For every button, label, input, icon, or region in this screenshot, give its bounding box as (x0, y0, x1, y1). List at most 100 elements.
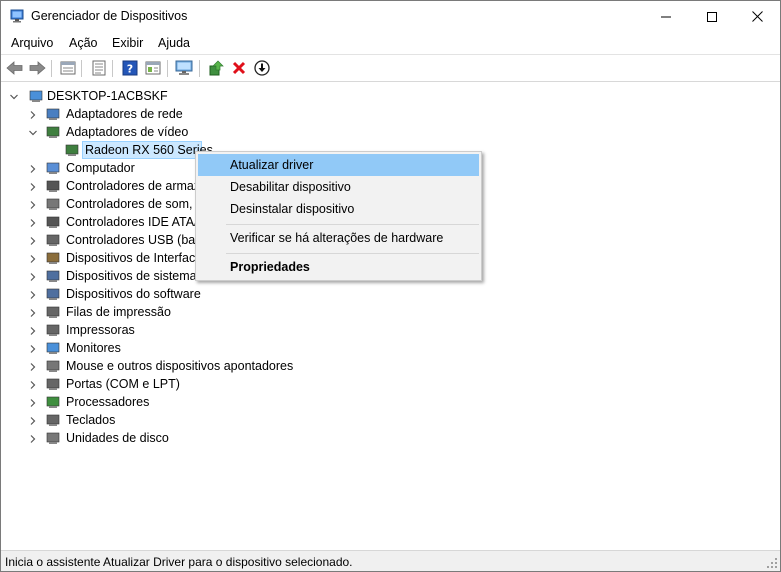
help-button[interactable]: ? (120, 58, 140, 78)
tree-category-label[interactable]: Controladores de armaz (66, 177, 200, 195)
context-menu: Atualizar driver Desabilitar dispositivo… (195, 151, 482, 281)
expand-chevron-icon[interactable] (28, 199, 38, 209)
menu-item-uninstall-device[interactable]: Desinstalar dispositivo (198, 198, 479, 220)
hid-icon (45, 250, 61, 266)
toolbar-separator (167, 60, 168, 77)
update-driver-button[interactable] (206, 58, 226, 78)
collapse-chevron-icon[interactable] (28, 127, 38, 137)
forward-button[interactable] (27, 58, 47, 78)
expand-chevron-icon[interactable] (28, 109, 38, 119)
menu-separator (226, 253, 479, 254)
tree-category-label[interactable]: Controladores de som, v (66, 195, 202, 213)
expand-chevron-icon[interactable] (28, 343, 38, 353)
expand-chevron-icon[interactable] (28, 433, 38, 443)
menu-exibir[interactable]: Exibir (112, 36, 143, 50)
enable-device-button[interactable] (252, 58, 272, 78)
back-arrow-icon (6, 61, 23, 75)
minimize-icon (661, 16, 671, 17)
menu-item-properties[interactable]: Propriedades (198, 256, 479, 278)
monitor-scan-icon (175, 60, 193, 75)
storage-controller-icon (45, 178, 61, 194)
uninstall-icon (232, 61, 246, 75)
tree-category-label[interactable]: Mouse e outros dispositivos apontadores (66, 357, 293, 375)
menu-item-update-driver[interactable]: Atualizar driver (198, 154, 479, 176)
disk-drive-icon (45, 430, 61, 446)
menu-arquivo[interactable]: Arquivo (11, 36, 53, 50)
toolbar-separator (81, 60, 82, 77)
tree-category-label[interactable]: Monitores (66, 339, 121, 357)
minimize-button[interactable] (643, 1, 689, 32)
tree-category-label[interactable]: Adaptadores de vídeo (66, 123, 188, 141)
expand-chevron-icon[interactable] (28, 235, 38, 245)
details-view-icon (145, 61, 161, 75)
menu-acao[interactable]: Ação (69, 36, 98, 50)
keyboard-icon (45, 412, 61, 428)
computer-root-icon (28, 88, 44, 104)
menu-separator (226, 224, 479, 225)
expand-chevron-icon[interactable] (28, 253, 38, 263)
system-device-icon (45, 268, 61, 284)
uninstall-device-button[interactable] (229, 58, 249, 78)
display-adapter-icon (64, 142, 80, 158)
expand-chevron-icon[interactable] (28, 307, 38, 317)
properties-view-icon (60, 61, 76, 75)
tree-category-label[interactable]: Teclados (66, 411, 115, 429)
printer-icon (45, 322, 61, 338)
title-bar[interactable]: Gerenciador de Dispositivos (1, 1, 780, 32)
expand-chevron-icon[interactable] (28, 163, 38, 173)
toolbar-separator (199, 60, 200, 77)
expand-chevron-icon[interactable] (28, 271, 38, 281)
details-view-button[interactable] (143, 58, 163, 78)
tree-category-label[interactable]: Impressoras (66, 321, 135, 339)
expand-chevron-icon[interactable] (28, 415, 38, 425)
maximize-button[interactable] (689, 1, 735, 32)
tree-category-label[interactable]: Filas de impressão (66, 303, 171, 321)
list-view-button[interactable] (89, 58, 109, 78)
tree-root-label[interactable]: DESKTOP-1ACBSKF (47, 87, 168, 105)
expand-chevron-icon[interactable] (28, 361, 38, 371)
toolbar-separator (112, 60, 113, 77)
tree-category-label[interactable]: Computador (66, 159, 135, 177)
sound-icon (45, 196, 61, 212)
tree-category-label[interactable]: Dispositivos de sistema (66, 267, 197, 285)
tree-category-label[interactable]: Processadores (66, 393, 149, 411)
expand-chevron-icon[interactable] (9, 91, 19, 101)
menu-item-scan-hardware[interactable]: Verificar se há alterações de hardware (198, 227, 479, 249)
update-driver-icon (209, 60, 224, 76)
expand-chevron-icon[interactable] (28, 325, 38, 335)
maximize-icon (707, 11, 717, 22)
tree-category-label[interactable]: Controladores USB (barr (66, 231, 204, 249)
scan-hardware-button[interactable] (174, 58, 194, 78)
device-manager-app-icon (10, 9, 24, 23)
forward-arrow-icon (29, 61, 46, 75)
back-button[interactable] (5, 58, 25, 78)
tree-device-label[interactable]: Radeon RX 560 Series (85, 141, 213, 159)
close-icon (751, 11, 763, 22)
close-button[interactable] (734, 1, 780, 32)
expand-chevron-icon[interactable] (28, 397, 38, 407)
tree-category-label[interactable]: Dispositivos de Interface (66, 249, 202, 267)
processor-icon (45, 394, 61, 410)
device-manager-window: Gerenciador de Dispositivos Arquivo Ação… (0, 0, 781, 572)
tree-category-label[interactable]: Adaptadores de rede (66, 105, 183, 123)
usb-icon (45, 232, 61, 248)
properties-view-button[interactable] (58, 58, 78, 78)
resize-grip-icon[interactable] (766, 557, 778, 569)
help-icon: ? (122, 60, 138, 76)
tree-category-label[interactable]: Portas (COM e LPT) (66, 375, 180, 393)
expand-chevron-icon[interactable] (28, 181, 38, 191)
expand-chevron-icon[interactable] (28, 289, 38, 299)
expand-chevron-icon[interactable] (28, 379, 38, 389)
menu-item-disable-device[interactable]: Desabilitar dispositivo (198, 176, 479, 198)
menu-ajuda[interactable]: Ajuda (158, 36, 190, 50)
software-device-icon (45, 286, 61, 302)
port-icon (45, 376, 61, 392)
mouse-icon (45, 358, 61, 374)
monitor-icon (45, 340, 61, 356)
tree-category-label[interactable]: Dispositivos do software (66, 285, 201, 303)
tree-category-label[interactable]: Controladores IDE ATA/A (66, 213, 206, 231)
list-view-icon (92, 60, 106, 76)
tree-category-label[interactable]: Unidades de disco (66, 429, 169, 447)
expand-chevron-icon[interactable] (28, 217, 38, 227)
computer-icon (45, 160, 61, 176)
